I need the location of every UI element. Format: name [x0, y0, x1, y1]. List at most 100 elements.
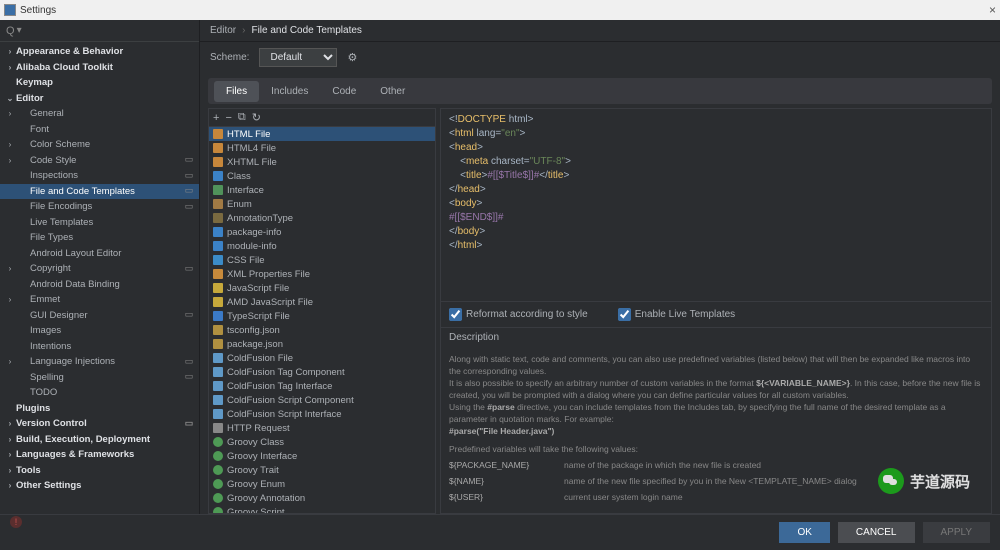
template-list: HTML FileHTML4 FileXHTML FileClassInterf…: [209, 127, 435, 513]
file-type-icon: [213, 325, 223, 335]
sidebar-item[interactable]: ›Version Control▭: [0, 416, 199, 432]
sidebar-item[interactable]: ›Alibaba Cloud Toolkit: [0, 60, 199, 76]
sidebar-item[interactable]: GUI Designer▭: [0, 308, 199, 324]
template-item[interactable]: HTML File: [209, 127, 435, 141]
apply-button: APPLY: [923, 522, 991, 543]
template-item[interactable]: ColdFusion Tag Component: [209, 365, 435, 379]
template-item[interactable]: Groovy Script: [209, 505, 435, 513]
template-item[interactable]: CSS File: [209, 253, 435, 267]
file-type-icon: [213, 255, 223, 265]
chevron-right-icon: ›: [242, 25, 245, 36]
file-type-icon: [213, 129, 223, 139]
template-item[interactable]: Groovy Enum: [209, 477, 435, 491]
template-item[interactable]: AnnotationType: [209, 211, 435, 225]
sidebar-item[interactable]: ›Tools: [0, 463, 199, 479]
copy-icon[interactable]: ⧉: [238, 111, 246, 124]
template-item[interactable]: Enum: [209, 197, 435, 211]
error-indicator-icon[interactable]: !: [10, 516, 22, 528]
sidebar-item[interactable]: Android Layout Editor: [0, 246, 199, 262]
file-type-icon: [213, 451, 223, 461]
tab-other[interactable]: Other: [368, 81, 417, 102]
file-type-icon: [213, 493, 223, 503]
template-item[interactable]: module-info: [209, 239, 435, 253]
reformat-checkbox[interactable]: Reformat according to style: [449, 308, 588, 321]
sidebar-item[interactable]: Inspections▭: [0, 168, 199, 184]
file-type-icon: [213, 171, 223, 181]
sidebar-item[interactable]: ›Color Scheme: [0, 137, 199, 153]
template-item[interactable]: JavaScript File: [209, 281, 435, 295]
tab-files[interactable]: Files: [214, 81, 259, 102]
tab-includes[interactable]: Includes: [259, 81, 320, 102]
sidebar-item[interactable]: Android Data Binding: [0, 277, 199, 293]
sidebar-item[interactable]: File and Code Templates▭: [0, 184, 199, 200]
ok-button[interactable]: OK: [779, 522, 829, 543]
file-type-icon: [213, 381, 223, 391]
dialog-footer: OK CANCEL APPLY: [0, 514, 1000, 550]
sidebar-item[interactable]: ›Build, Execution, Deployment: [0, 432, 199, 448]
sidebar-item[interactable]: Font: [0, 122, 199, 138]
sidebar-item[interactable]: ⌄Editor: [0, 91, 199, 107]
sidebar-item[interactable]: ›Languages & Frameworks: [0, 447, 199, 463]
refresh-icon[interactable]: ↻: [252, 111, 261, 124]
description-label: Description: [441, 327, 991, 347]
gear-icon[interactable]: ⚙: [347, 51, 357, 64]
sidebar-item[interactable]: TODO: [0, 385, 199, 401]
template-item[interactable]: Class: [209, 169, 435, 183]
scheme-label: Scheme:: [210, 52, 249, 63]
template-item[interactable]: HTML4 File: [209, 141, 435, 155]
template-item[interactable]: package-info: [209, 225, 435, 239]
template-item[interactable]: HTTP Request: [209, 421, 435, 435]
file-type-icon: [213, 143, 223, 153]
cancel-button[interactable]: CANCEL: [838, 522, 915, 543]
sidebar-item[interactable]: File Encodings▭: [0, 199, 199, 215]
template-item[interactable]: Interface: [209, 183, 435, 197]
sidebar-item[interactable]: Intentions: [0, 339, 199, 355]
template-code-editor[interactable]: <!DOCTYPE html> <html lang="en"> <head> …: [441, 109, 991, 301]
search-icon: Q: [6, 25, 15, 37]
template-item[interactable]: Groovy Annotation: [209, 491, 435, 505]
sidebar-item[interactable]: Plugins: [0, 401, 199, 417]
file-type-icon: [213, 437, 223, 447]
remove-icon[interactable]: −: [225, 112, 231, 124]
sidebar-item[interactable]: ›Language Injections▭: [0, 354, 199, 370]
template-item[interactable]: ColdFusion File: [209, 351, 435, 365]
sidebar-item[interactable]: File Types: [0, 230, 199, 246]
sidebar-item[interactable]: ›Appearance & Behavior: [0, 44, 199, 60]
template-item[interactable]: tsconfig.json: [209, 323, 435, 337]
sidebar-item[interactable]: Images: [0, 323, 199, 339]
live-templates-checkbox[interactable]: Enable Live Templates: [618, 308, 735, 321]
sidebar-item[interactable]: ›Code Style▭: [0, 153, 199, 169]
sidebar-item[interactable]: Keymap: [0, 75, 199, 91]
close-icon[interactable]: ×: [989, 3, 996, 17]
file-type-icon: [213, 507, 223, 513]
sidebar-item[interactable]: ›Copyright▭: [0, 261, 199, 277]
titlebar: Settings ×: [0, 0, 1000, 20]
file-type-icon: [213, 339, 223, 349]
search-input[interactable]: Q▾: [0, 20, 199, 42]
window-title: Settings: [20, 5, 56, 16]
template-item[interactable]: XHTML File: [209, 155, 435, 169]
template-item[interactable]: package.json: [209, 337, 435, 351]
template-item[interactable]: Groovy Class: [209, 435, 435, 449]
file-type-icon: [213, 479, 223, 489]
template-item[interactable]: AMD JavaScript File: [209, 295, 435, 309]
sidebar-item[interactable]: ›Emmet: [0, 292, 199, 308]
template-item[interactable]: Groovy Trait: [209, 463, 435, 477]
template-item[interactable]: Groovy Interface: [209, 449, 435, 463]
sidebar-item[interactable]: Spelling▭: [0, 370, 199, 386]
file-type-icon: [213, 241, 223, 251]
template-item[interactable]: TypeScript File: [209, 309, 435, 323]
sidebar-item[interactable]: ›Other Settings: [0, 478, 199, 494]
template-item[interactable]: ColdFusion Script Component: [209, 393, 435, 407]
template-tabs: FilesIncludesCodeOther: [208, 78, 992, 104]
template-item[interactable]: XML Properties File: [209, 267, 435, 281]
template-item[interactable]: ColdFusion Tag Interface: [209, 379, 435, 393]
sidebar-item[interactable]: ›General: [0, 106, 199, 122]
breadcrumb-root: Editor: [210, 25, 236, 36]
tab-code[interactable]: Code: [320, 81, 368, 102]
file-type-icon: [213, 367, 223, 377]
sidebar-item[interactable]: Live Templates: [0, 215, 199, 231]
template-item[interactable]: ColdFusion Script Interface: [209, 407, 435, 421]
add-icon[interactable]: +: [213, 112, 219, 124]
scheme-select[interactable]: Default: [259, 48, 337, 67]
